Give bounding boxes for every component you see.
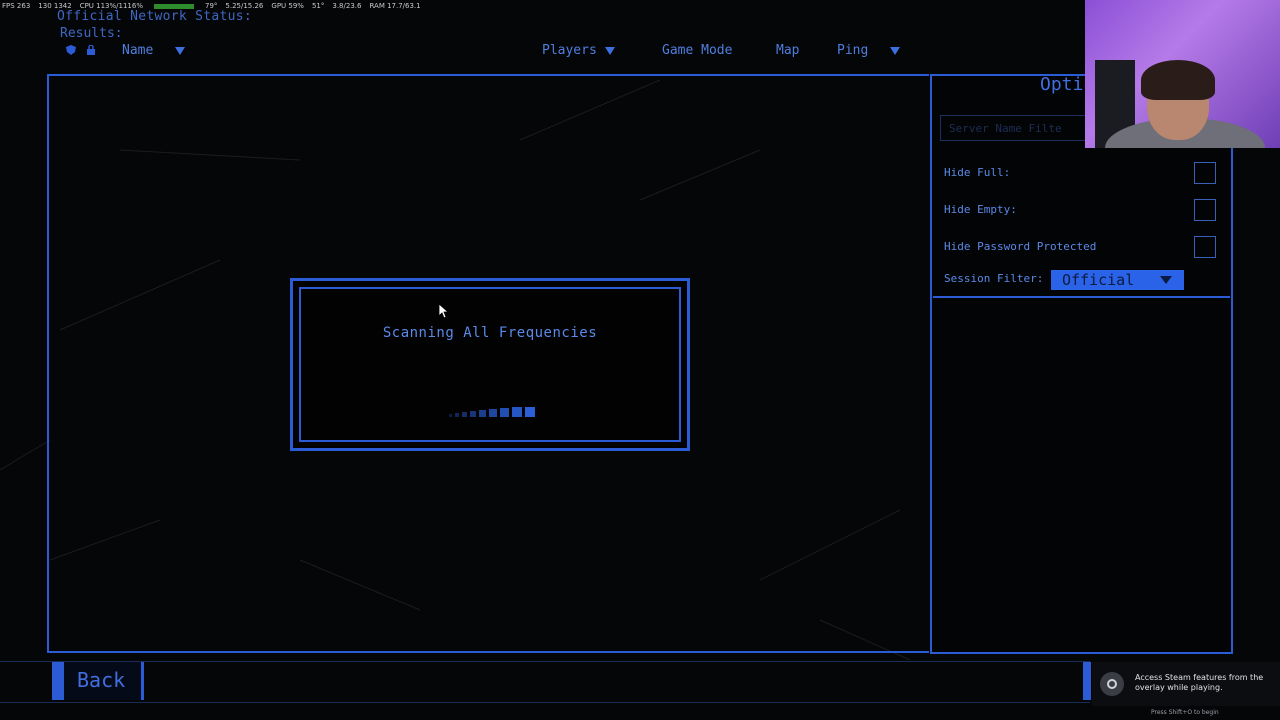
hide-password-checkbox[interactable] [1194,236,1216,258]
gpu-temp: 51° [311,2,325,10]
scanning-dialog: Scanning All Frequencies [290,278,690,451]
progress-square [489,409,497,417]
session-filter-value: Official [1062,271,1135,289]
column-game-mode-label: Game Mode [662,43,733,58]
column-players-header[interactable]: Players [542,43,615,58]
steam-overlay-toast[interactable]: Access Steam features from the overlay w… [1092,662,1280,706]
options-title: Opti [1040,74,1084,95]
bottom-bar [0,661,1090,703]
hide-empty-checkbox[interactable] [1194,199,1216,221]
progress-square [462,412,467,417]
progress-square [470,411,476,417]
progress-square [525,407,535,417]
fps-readout: FPS 263 [2,2,31,10]
session-filter-label: Session Filter: [944,272,1044,285]
column-ping-header[interactable]: Ping [837,43,901,58]
options-panel [930,74,1233,654]
lock-icon[interactable] [86,45,96,55]
chevron-down-icon [175,46,186,55]
bottom-bar-end-cap [1083,662,1091,700]
dropdown-arrow-icon [1160,276,1172,284]
dialog-title: Scanning All Frequencies [382,325,598,341]
shield-icon[interactable] [66,45,76,55]
column-name-header[interactable]: Name [122,43,186,58]
steam-icon [1100,672,1124,696]
column-game-mode-header[interactable]: Game Mode [662,43,732,58]
progress-square [512,407,522,417]
progress-square [449,414,452,417]
column-map-label: Map [776,43,800,58]
back-button[interactable]: Back [52,662,144,700]
gpu-memory: 3.8/23.6 [332,2,362,10]
cpu-bar [153,3,194,9]
column-ping-label: Ping [837,43,869,58]
hide-full-checkbox[interactable] [1194,162,1216,184]
webcam-overlay [1085,0,1280,148]
chevron-down-icon [890,46,901,55]
steam-toast-message: Access Steam features from the overlay w… [1135,673,1264,692]
webcam-person-hair [1141,60,1215,100]
ram-readout: RAM 17.7/63.1 [369,2,421,10]
column-name-label: Name [122,43,154,58]
progress-square [500,408,509,417]
options-divider [933,296,1230,298]
mouse-cursor-icon [439,304,449,319]
dialog-inner-frame: Scanning All Frequencies [299,287,681,442]
session-filter-select[interactable]: Official [1051,270,1184,290]
column-map-header[interactable]: Map [776,43,799,58]
chevron-down-icon [604,46,615,55]
gpu-readout: GPU 59% [271,2,304,10]
steam-toast-hint: Press Shift+O to begin [1151,709,1219,716]
hide-empty-label: Hide Empty: [944,203,1017,216]
server-name-filter-input[interactable]: Server Name Filte [940,115,1090,141]
progress-square [455,413,459,417]
results-label: Results: [60,26,123,41]
progress-square [479,410,486,417]
column-players-label: Players [542,43,597,58]
hide-password-label: Hide Password Protected [944,240,1097,253]
network-status-label: Official Network Status: [57,9,253,24]
hide-full-label: Hide Full: [944,166,1011,179]
scan-progress-indicator [449,405,535,417]
